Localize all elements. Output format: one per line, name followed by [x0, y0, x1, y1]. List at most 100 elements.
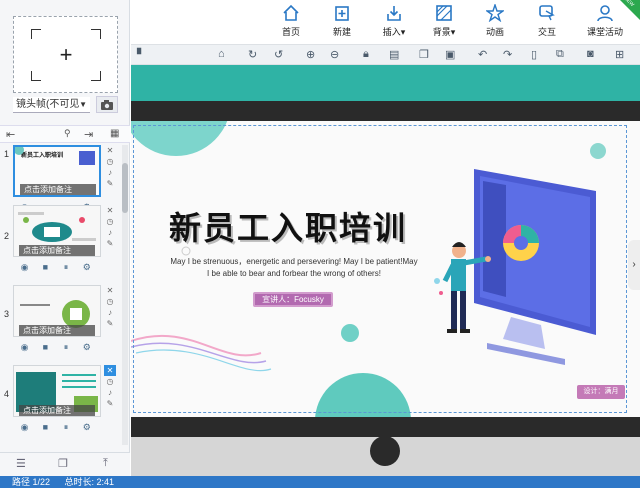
toolbar-new-button[interactable]: 新建 [322, 4, 362, 38]
toolbar-background-button[interactable]: 背景▾ [424, 4, 464, 38]
edit-icon[interactable]: ✎ [104, 318, 116, 329]
svg-text:新员工入职培训: 新员工入职培训 [21, 151, 63, 159]
screenshot-icon[interactable]: ◙ [587, 48, 594, 60]
frame-dark-band [131, 101, 640, 121]
frame-top-band [131, 65, 640, 101]
arrange-icon[interactable]: ⧉ [556, 48, 564, 61]
expand-right-icon[interactable]: ⇥ [84, 128, 93, 141]
slide-number: 1 [4, 149, 10, 159]
record-icon[interactable]: ■ [39, 422, 52, 432]
edit-icon[interactable]: ✎ [104, 178, 116, 189]
record-icon[interactable]: ■ [39, 262, 52, 272]
next-slide-arrow[interactable]: › [628, 240, 640, 290]
toolbar-insert-button[interactable]: 插入▾ [374, 4, 414, 38]
lecturer-label[interactable]: 宣讲人：Focusky [253, 292, 333, 307]
edit-icon[interactable]: ✎ [104, 238, 116, 249]
notes-icon[interactable]: ☰ [16, 457, 26, 470]
settings-icon[interactable]: ⚙ [80, 342, 93, 353]
redo-icon[interactable]: ↷ [503, 48, 512, 61]
slide-canvas[interactable]: 新员工入职培训 May I be strenuous，energetic and… [131, 121, 640, 417]
slide-note-caption[interactable]: 点击添加备注 [19, 405, 95, 416]
animation-icon [475, 2, 515, 24]
settings-icon[interactable]: ⚙ [80, 262, 93, 273]
undo-icon[interactable]: ↶ [478, 48, 487, 61]
slide-note-caption[interactable]: 点击添加备注 [19, 325, 95, 336]
timer-icon[interactable]: ◷ [104, 296, 116, 307]
app-window: + 镜头帧(不可见 ▼ ⇤ ⚲ ⇥ ▦ 1 新员工入职培训 点击添加备注 ✕ ◷… [0, 0, 640, 488]
edit-toolbar: ▘ ⌂ ↻ ↺ ⊕ ⊖ 🔒︎ ▤ ❐ ▣ ↶ ↷ ▯ ⧉ ◙ ⊞ [131, 44, 640, 65]
new-icon [322, 4, 362, 24]
timer-icon[interactable]: ◷ [104, 156, 116, 167]
slide-item-2[interactable]: 2 点击添加备注 ✕ ◷ ♪ ✎ ◉ ■ ⏸ ⚙ [0, 205, 122, 281]
align-icon[interactable]: ▤ [389, 48, 399, 61]
slide-thumbnail[interactable]: 点击添加备注 [13, 365, 101, 417]
designer-label[interactable]: 设计：满月 [577, 385, 625, 399]
camera-icon [101, 100, 113, 110]
slide-side-actions: ✕ ◷ ♪ ✎ [104, 205, 116, 249]
toolbar-interaction-button[interactable]: 交互 [527, 4, 567, 38]
layout-icon[interactable]: ▦ [110, 128, 119, 139]
eye-icon[interactable]: ◉ [18, 262, 31, 273]
slide-item-4[interactable]: 4 点击添加备注 ✕ ◷ ♪ ✎ ◉ ■ ⏸ ⚙ [0, 365, 122, 441]
camera-frame-select[interactable]: 镜头帧(不可见 ▼ [13, 97, 90, 113]
record-icon[interactable]: ■ [39, 342, 52, 352]
microphone-icon[interactable]: ♪ [104, 307, 116, 318]
copy-frame-icon[interactable]: ❐ [58, 457, 68, 470]
slide-thumbnail[interactable]: 点击添加备注 [13, 205, 101, 257]
camera-button[interactable] [96, 96, 118, 113]
eye-icon[interactable]: ◉ [18, 422, 31, 433]
pause-icon[interactable]: ⏸ [60, 262, 73, 273]
delete-icon[interactable]: ✕ [104, 285, 116, 296]
home-icon [271, 4, 311, 24]
pause-icon[interactable]: ⏸ [60, 342, 73, 353]
toolbar-label: 插入▾ [382, 27, 406, 37]
slide-thumbnail[interactable]: 新员工入职培训 点击添加备注 [13, 145, 101, 197]
slide-side-actions: ✕ ◷ ♪ ✎ [104, 365, 116, 409]
edit-icon[interactable]: ✎ [104, 398, 116, 409]
slide-row-actions: ◉ ■ ⏸ ⚙ [18, 262, 98, 273]
slide-row-actions: ◉ ■ ⏸ ⚙ [18, 342, 98, 353]
slide-thumbnail[interactable]: 点击添加备注 [13, 285, 101, 337]
delete-icon[interactable]: ✕ [104, 365, 116, 376]
timer-icon[interactable]: ◷ [104, 216, 116, 227]
slide-note-caption[interactable]: 点击添加备注 [19, 245, 95, 256]
total-duration: 总时长: 2:41 [64, 477, 115, 487]
grid-icon[interactable]: ⊞ [615, 48, 624, 61]
layout-toggle-icon[interactable]: ▘ [137, 48, 145, 61]
copy-icon[interactable]: ❐ [419, 48, 429, 61]
frame-outline: + [31, 29, 101, 81]
lock-icon[interactable]: 🔒︎ [363, 48, 369, 61]
slide-subtitle[interactable]: May I be strenuous，energetic and perseve… [169, 256, 419, 280]
search-icon[interactable]: ⚲ [64, 128, 71, 139]
paste-icon[interactable]: ▣ [445, 48, 455, 61]
move-top-icon[interactable]: ⤒ [103, 457, 108, 470]
editor-canvas[interactable]: 新员工入职培训 May I be strenuous，energetic and… [131, 65, 640, 476]
slide-note-caption[interactable]: 点击添加备注 [20, 184, 96, 195]
thumbnail-scroll-thumb[interactable] [122, 163, 128, 213]
settings-icon[interactable]: ⚙ [80, 422, 93, 433]
zoom-in-icon[interactable]: ⊕ [306, 48, 315, 61]
delete-icon[interactable]: ✕ [104, 145, 116, 156]
eye-icon[interactable]: ◉ [18, 342, 31, 353]
microphone-icon[interactable]: ♪ [104, 227, 116, 238]
toolbar-label: 新建 [332, 27, 351, 37]
zoom-out-icon[interactable]: ⊖ [330, 48, 339, 61]
microphone-icon[interactable]: ♪ [104, 167, 116, 178]
camera-frame-select-value: 镜头帧(不可见 [16, 99, 80, 110]
background-icon [424, 4, 464, 24]
toolbar-animation-button[interactable]: 动画 [475, 2, 515, 38]
timer-icon[interactable]: ◷ [104, 376, 116, 387]
rotate-right-icon[interactable]: ↻ [248, 48, 257, 61]
pause-icon[interactable]: ⏸ [60, 422, 73, 433]
delete-icon[interactable]: ✕ [104, 205, 116, 216]
delete-toolbar-icon[interactable]: ▯ [531, 48, 537, 61]
rotate-left-icon[interactable]: ↺ [274, 48, 283, 61]
slide-title[interactable]: 新员工入职培训 [169, 203, 407, 249]
toolbar-home-button[interactable]: 首页 [271, 4, 311, 38]
frame-dark-band-bottom [131, 417, 640, 437]
collapse-left-icon[interactable]: ⇤ [6, 128, 15, 141]
home-view-icon[interactable]: ⌂ [218, 48, 225, 60]
slide-item-3[interactable]: 3 点击添加备注 ✕ ◷ ♪ ✎ ◉ ■ ⏸ ⚙ [0, 285, 122, 361]
new-frame-button[interactable]: + [13, 16, 118, 93]
microphone-icon[interactable]: ♪ [104, 387, 116, 398]
